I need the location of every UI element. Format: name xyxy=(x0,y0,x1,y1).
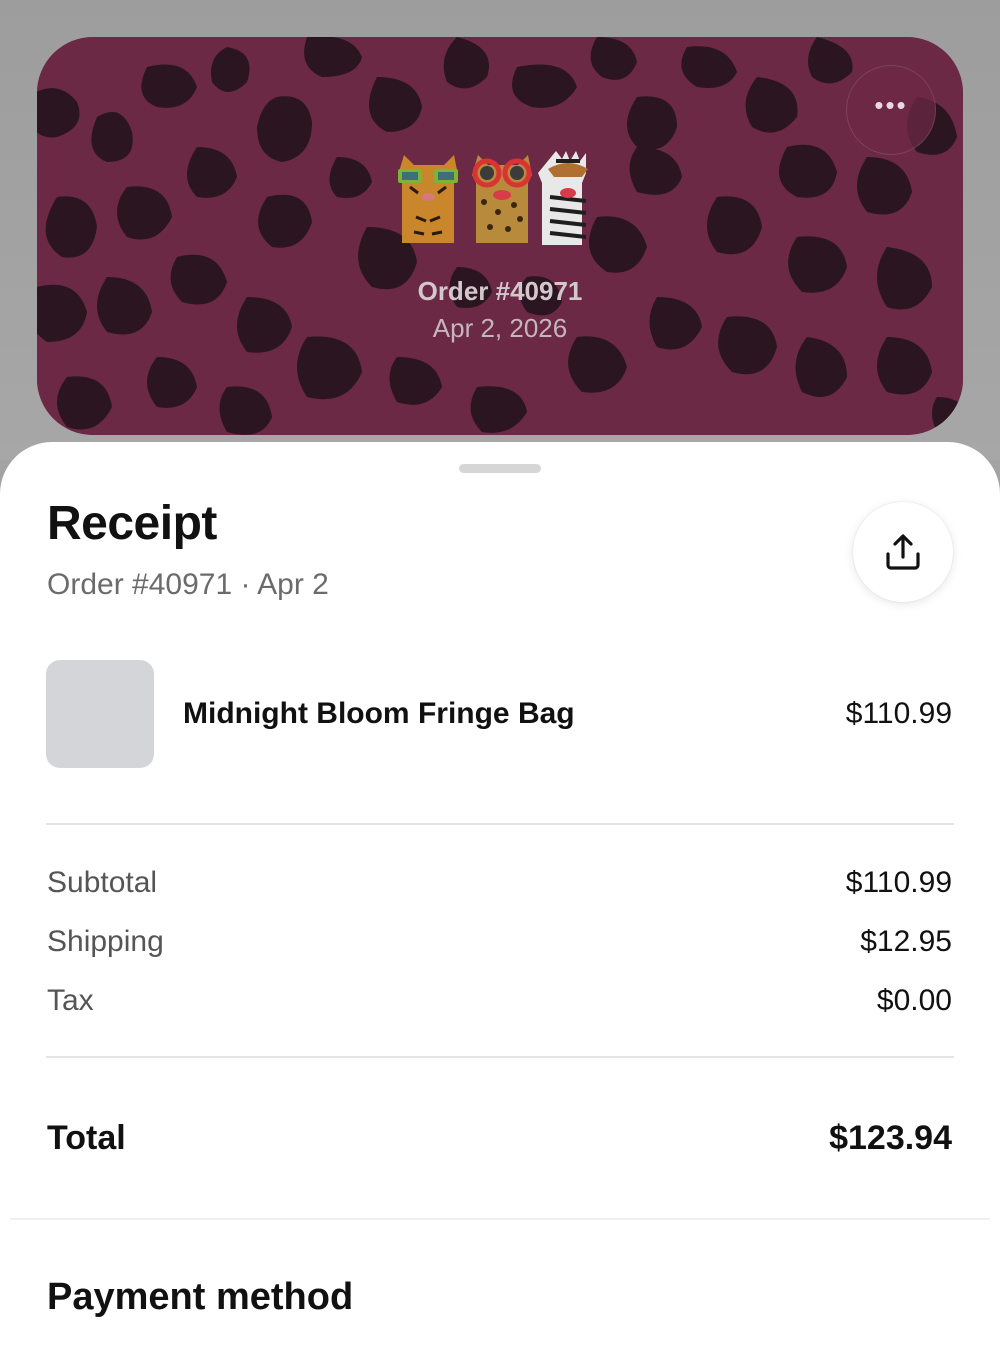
total-value: $123.94 xyxy=(829,1119,952,1157)
zebra-mascot xyxy=(538,151,588,245)
section-divider xyxy=(10,1218,990,1220)
receipt-sheet[interactable]: Receipt Order #40971 · Apr 2 Midnight Bl… xyxy=(0,442,1000,1362)
tiger-mascot xyxy=(398,155,458,243)
hero-order-number: Order #40971 xyxy=(417,276,583,306)
divider xyxy=(46,1056,954,1058)
receipt-title: Receipt xyxy=(47,497,217,550)
payment-method-heading: Payment method xyxy=(47,1276,354,1318)
item-thumbnail xyxy=(46,660,154,768)
total-label: Total xyxy=(47,1119,126,1157)
divider xyxy=(46,823,954,825)
sheet-grabber-handle[interactable] xyxy=(459,464,541,473)
subtotal-label: Subtotal xyxy=(47,866,158,899)
receipt-subtitle: Order #40971 · Apr 2 xyxy=(47,568,329,601)
shipping-label: Shipping xyxy=(47,925,164,958)
share-button[interactable] xyxy=(853,502,953,602)
shipping-value: $12.95 xyxy=(860,925,952,958)
hero-order-date: Apr 2, 2026 xyxy=(432,313,568,343)
share-icon xyxy=(886,534,920,570)
item-name: Midnight Bloom Fringe Bag xyxy=(183,697,575,730)
subtotal-value: $110.99 xyxy=(845,866,952,899)
tax-label: Tax xyxy=(47,984,94,1017)
leopard-mascot xyxy=(472,155,532,243)
item-price: $110.99 xyxy=(845,697,952,730)
tax-value: $0.00 xyxy=(876,984,952,1017)
more-options-button[interactable]: ••• xyxy=(846,65,936,155)
mascot-illustration xyxy=(396,147,606,256)
ellipsis-icon: ••• xyxy=(874,90,908,120)
